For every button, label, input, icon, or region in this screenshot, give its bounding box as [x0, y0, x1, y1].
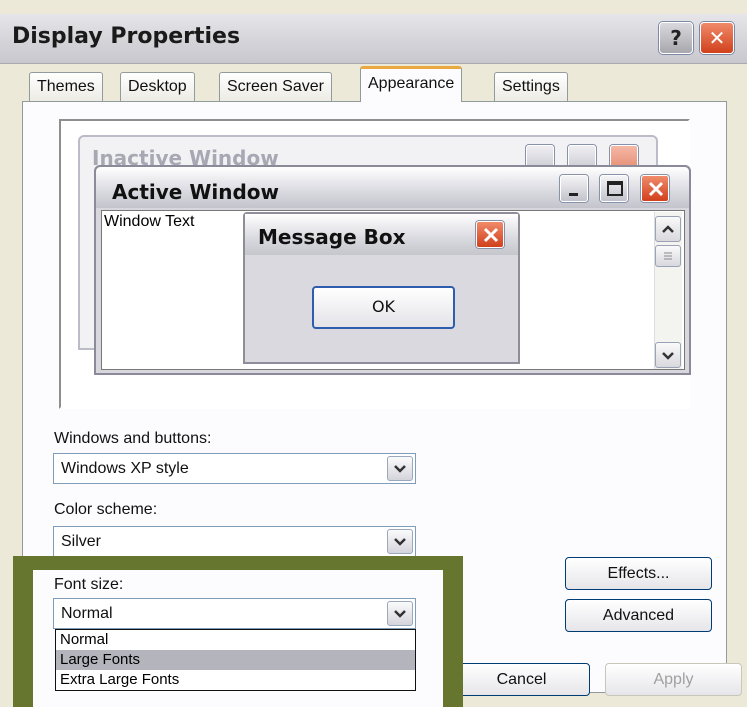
font-size-option-large[interactable]: Large Fonts — [56, 650, 415, 670]
font-size-option-extra-large[interactable]: Extra Large Fonts — [56, 670, 415, 690]
message-box-close-icon — [476, 221, 504, 248]
scroll-up-icon — [655, 216, 681, 242]
active-close-icon — [641, 175, 669, 202]
scroll-down-icon — [655, 342, 681, 368]
color-scheme-select[interactable]: Silver — [53, 526, 416, 557]
apply-button[interactable]: Apply — [605, 663, 742, 696]
cancel-button[interactable]: Cancel — [453, 663, 590, 696]
tab-settings[interactable]: Settings — [494, 72, 568, 101]
tab-desktop[interactable]: Desktop — [120, 72, 195, 101]
help-button[interactable]: ? — [659, 22, 693, 54]
font-size-select[interactable]: Normal — [53, 598, 416, 629]
chevron-down-icon[interactable] — [387, 456, 413, 481]
message-box-ok-button: OK — [312, 286, 455, 329]
effects-button[interactable]: Effects... — [565, 557, 712, 590]
font-size-option-normal[interactable]: Normal — [56, 630, 415, 650]
window-title: Display Properties — [12, 24, 241, 49]
tab-themes[interactable]: Themes — [29, 72, 103, 101]
advanced-button[interactable]: Advanced — [565, 599, 712, 632]
tab-appearance[interactable]: Appearance — [360, 66, 463, 102]
tab-screen-saver[interactable]: Screen Saver — [219, 72, 332, 101]
message-box-title: Message Box — [258, 225, 406, 249]
active-minimize-icon — [560, 175, 588, 202]
active-maximize-icon — [600, 175, 628, 202]
font-size-dropdown-list: Normal Large Fonts Extra Large Fonts — [55, 629, 416, 691]
font-size-label: Font size: — [54, 576, 124, 593]
windows-and-buttons-label: Windows and buttons: — [54, 430, 212, 447]
chevron-down-icon[interactable] — [387, 529, 413, 554]
scroll-thumb — [655, 245, 681, 267]
close-button[interactable]: ✕ — [700, 22, 734, 54]
active-window-title: Active Window — [112, 180, 280, 204]
windows-and-buttons-select[interactable]: Windows XP style — [53, 453, 416, 484]
chevron-down-icon[interactable] — [387, 601, 413, 626]
window-text-sample: Window Text — [104, 213, 195, 230]
color-scheme-label: Color scheme: — [54, 501, 158, 518]
